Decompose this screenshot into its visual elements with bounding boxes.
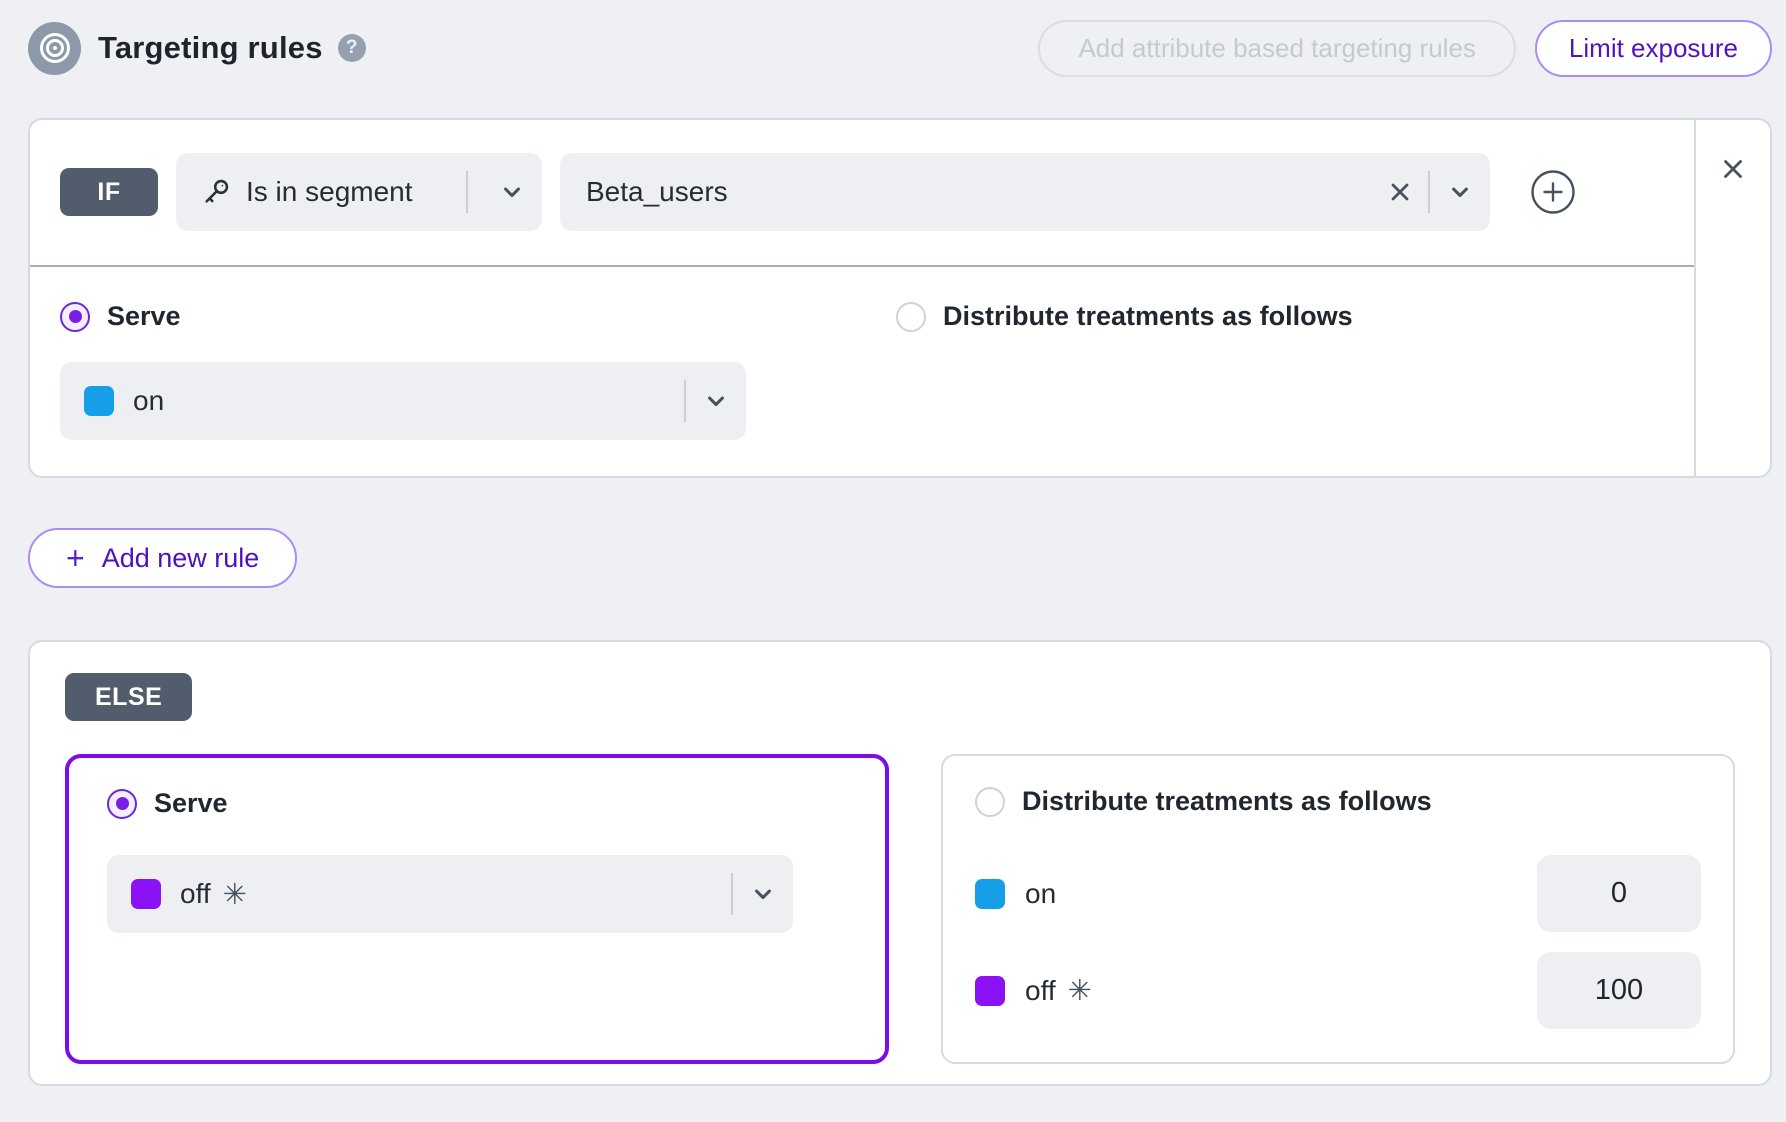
serve-radio[interactable] — [60, 302, 90, 332]
else-distribute-radio[interactable] — [975, 787, 1005, 817]
else-distribute-label: Distribute treatments as follows — [1022, 786, 1432, 817]
matcher-label: Is in segment — [246, 176, 413, 208]
default-treatment-icon: ✳ — [223, 877, 247, 912]
if-rule-card: IF Is in segment — [28, 118, 1772, 478]
else-serve-radio[interactable] — [107, 789, 137, 819]
default-treatment-icon: ✳ — [1068, 973, 1092, 1008]
else-treatment-select[interactable]: off ✳ — [107, 855, 793, 933]
else-distribute-panel[interactable]: Distribute treatments as follows on off … — [941, 754, 1735, 1064]
chevron-down-icon — [733, 880, 793, 908]
segment-select[interactable] — [560, 153, 1490, 231]
serve-options-line: Serve Distribute treatments as follows — [60, 301, 1664, 332]
else-serve-panel[interactable]: Serve off ✳ — [65, 754, 889, 1064]
if-badge: IF — [60, 168, 158, 216]
limit-exposure-button[interactable]: Limit exposure — [1535, 20, 1772, 77]
matcher-select[interactable]: Is in segment — [176, 153, 542, 231]
help-icon[interactable]: ? — [338, 34, 366, 62]
plus-icon: + — [66, 542, 85, 574]
control-divider — [466, 171, 468, 213]
treatment-name: off — [180, 878, 211, 910]
add-new-rule-label: Add new rule — [102, 543, 260, 574]
distribution-row-on: on — [975, 855, 1701, 932]
treatment-off-swatch — [975, 976, 1005, 1006]
add-condition-icon[interactable] — [1530, 169, 1576, 215]
add-attribute-rules-button[interactable]: Add attribute based targeting rules — [1038, 20, 1515, 77]
distribute-option-group: Distribute treatments as follows — [896, 301, 1353, 332]
else-serve-option: Serve — [107, 788, 847, 819]
serve-option-group: Serve — [60, 301, 896, 332]
page-title: Targeting rules — [98, 30, 323, 66]
chevron-down-icon — [686, 387, 746, 415]
chevron-down-icon — [482, 178, 542, 206]
segment-value-input[interactable] — [586, 176, 1372, 208]
remove-rule-close-icon[interactable] — [1718, 154, 1748, 184]
else-distribute-option: Distribute treatments as follows — [975, 786, 1701, 817]
target-bullseye-icon — [28, 22, 81, 75]
if-rule-main: IF Is in segment — [30, 120, 1694, 476]
key-icon — [200, 176, 232, 208]
treatment-on-swatch — [84, 386, 114, 416]
treatment-name: on — [133, 385, 164, 417]
treatment-name: on — [1025, 878, 1056, 910]
treatment-select[interactable]: on — [60, 362, 746, 440]
add-new-rule-button[interactable]: + Add new rule — [28, 528, 297, 588]
targeting-rules-header: Targeting rules ? Add attribute based ta… — [28, 18, 1772, 78]
chevron-down-icon — [1430, 178, 1490, 206]
percent-input-off[interactable] — [1537, 952, 1701, 1029]
distribute-radio[interactable] — [896, 302, 926, 332]
if-condition-row: IF Is in segment — [30, 120, 1694, 265]
clear-icon[interactable] — [1372, 178, 1428, 206]
treatment-on-swatch — [975, 879, 1005, 909]
if-serve-row: Serve Distribute treatments as follows o… — [30, 267, 1694, 476]
else-panels: Serve off ✳ Distribute treatments as fol… — [65, 754, 1735, 1064]
else-badge: ELSE — [65, 673, 192, 721]
rule-close-column — [1694, 120, 1770, 476]
distribution-row-off: off ✳ — [975, 952, 1701, 1029]
distribute-label: Distribute treatments as follows — [943, 301, 1353, 332]
else-serve-label: Serve — [154, 788, 228, 819]
else-rule-card: ELSE Serve off ✳ — [28, 640, 1772, 1086]
percent-input-on[interactable] — [1537, 855, 1701, 932]
serve-label: Serve — [107, 301, 181, 332]
treatment-off-swatch — [131, 879, 161, 909]
treatment-name: off — [1025, 975, 1056, 1007]
